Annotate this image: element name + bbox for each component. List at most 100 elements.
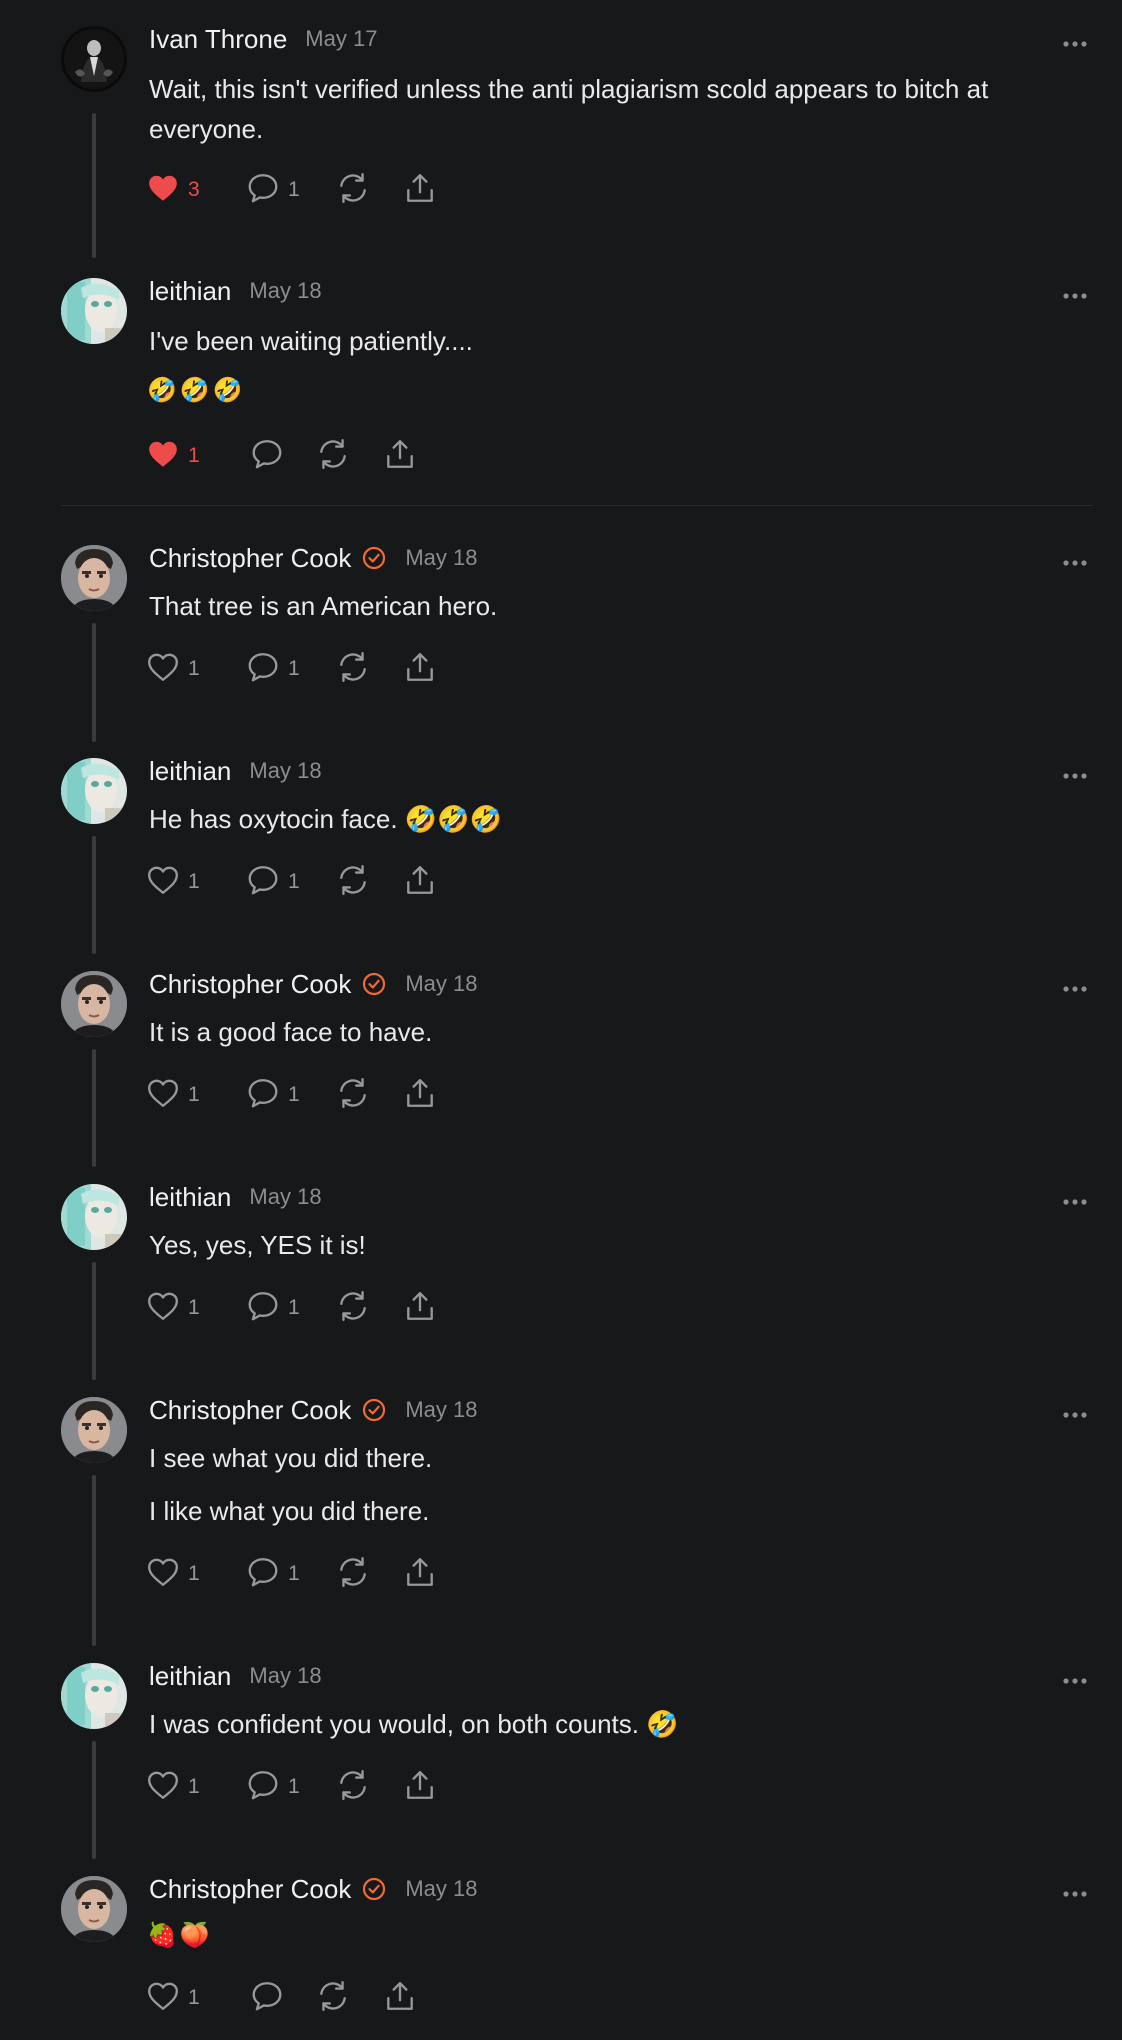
like-button[interactable]: 1 [146,1978,200,2018]
like-button[interactable]: 1 [146,1767,200,1807]
restack-button[interactable] [336,1554,370,1594]
like-button[interactable]: 1 [146,1075,200,1115]
restack-button[interactable] [336,649,370,689]
heart-icon [146,1556,180,1593]
avatar[interactable] [61,278,127,344]
comment-text: I've been waiting patiently.... [149,326,473,356]
like-button[interactable]: 1 [146,1288,200,1328]
comment-bubble-icon [246,650,280,689]
reply-button[interactable]: 1 [246,649,300,689]
more-dots-icon[interactable] [1062,37,1088,49]
restack-button[interactable] [336,1288,370,1328]
more-dots-icon[interactable] [1062,1195,1088,1207]
thread-connector-line [92,836,96,954]
comment-text: It is a good face to have. [149,1017,433,1047]
author-name[interactable]: leithian [149,1182,231,1213]
reply-count: 1 [288,1296,300,1319]
author-name[interactable]: Christopher Cook [149,543,351,574]
reply-button[interactable] [250,1978,284,2018]
author-name[interactable]: Christopher Cook [149,1874,351,1905]
reply-button[interactable]: 1 [246,1075,300,1115]
share-button[interactable] [404,1554,436,1594]
like-button[interactable]: 3 [146,170,200,210]
comment-actions: 11 [146,649,466,689]
heart-icon [146,438,180,475]
like-count: 1 [188,1562,200,1585]
avatar[interactable] [61,1876,127,1942]
reply-count: 1 [288,1562,300,1585]
share-button[interactable] [404,862,436,902]
share-upload-icon [404,1768,436,1807]
like-count: 1 [188,1083,200,1106]
author-name[interactable]: leithian [149,276,231,307]
avatar[interactable] [61,1184,127,1250]
comment-date[interactable]: May 18 [405,1397,477,1423]
comment-text: I like what you did there. [149,1496,430,1526]
thread-connector-line [92,1741,96,1859]
reply-button[interactable]: 1 [246,862,300,902]
share-button[interactable] [384,436,416,476]
restack-button[interactable] [316,1978,350,2018]
like-count: 1 [188,1296,200,1319]
avatar[interactable] [61,545,127,611]
reply-button[interactable]: 1 [246,1554,300,1594]
more-dots-icon[interactable] [1062,769,1088,781]
comment-actions: 11 [146,862,466,902]
heart-icon [146,1077,180,1114]
share-button[interactable] [384,1978,416,2018]
more-dots-icon[interactable] [1062,1887,1088,1899]
like-button[interactable]: 1 [146,862,200,902]
reply-button[interactable]: 1 [246,170,300,210]
avatar[interactable] [61,26,127,92]
restack-button[interactable] [336,1767,370,1807]
more-dots-icon[interactable] [1062,1408,1088,1420]
avatar[interactable] [61,1663,127,1729]
emoji-line: 🍓 🍑 [147,1921,210,1951]
comment-date[interactable]: May 18 [249,1663,321,1689]
verified-check-icon [361,971,387,997]
more-dots-icon[interactable] [1062,982,1088,994]
share-upload-icon [404,1076,436,1115]
comment-date[interactable]: May 18 [249,758,321,784]
comment-text: everyone. [149,114,264,144]
author-name[interactable]: leithian [149,1661,231,1692]
author-name[interactable]: Christopher Cook [149,1395,351,1426]
like-button[interactable]: 1 [146,1554,200,1594]
like-button[interactable]: 1 [146,649,200,689]
restack-button[interactable] [336,170,370,210]
share-button[interactable] [404,649,436,689]
author-name[interactable]: leithian [149,756,231,787]
comment-header: Christopher Cook May 18 [149,1872,477,1906]
restack-button[interactable] [336,862,370,902]
like-count: 1 [188,444,200,467]
reply-button[interactable]: 1 [246,1767,300,1807]
avatar[interactable] [61,1397,127,1463]
share-button[interactable] [404,1288,436,1328]
author-name[interactable]: Ivan Throne [149,24,287,55]
author-name[interactable]: Christopher Cook [149,969,351,1000]
comment-date[interactable]: May 18 [405,545,477,571]
share-button[interactable] [404,170,436,210]
avatar[interactable] [61,758,127,824]
comment-date[interactable]: May 18 [405,1876,477,1902]
restack-button[interactable] [336,1075,370,1115]
share-button[interactable] [404,1767,436,1807]
more-dots-icon[interactable] [1062,289,1088,301]
more-dots-icon[interactable] [1062,1674,1088,1686]
share-upload-icon [404,863,436,902]
avatar[interactable] [61,971,127,1037]
comment-date[interactable]: May 18 [249,278,321,304]
more-dots-icon[interactable] [1062,556,1088,568]
comment-date[interactable]: May 17 [305,26,377,52]
comment-thread: Ivan Throne May 17 Wait, this isn't verifi… [0,0,1122,2040]
comment-date[interactable]: May 18 [249,1184,321,1210]
restack-button[interactable] [316,436,350,476]
reply-button[interactable]: 1 [246,1288,300,1328]
like-button[interactable]: 1 [146,436,200,476]
reply-button[interactable] [250,436,284,476]
heart-icon [146,864,180,901]
emoji: 🤣 [179,377,210,404]
restack-arrows-icon [316,437,350,476]
share-button[interactable] [404,1075,436,1115]
comment-date[interactable]: May 18 [405,971,477,997]
